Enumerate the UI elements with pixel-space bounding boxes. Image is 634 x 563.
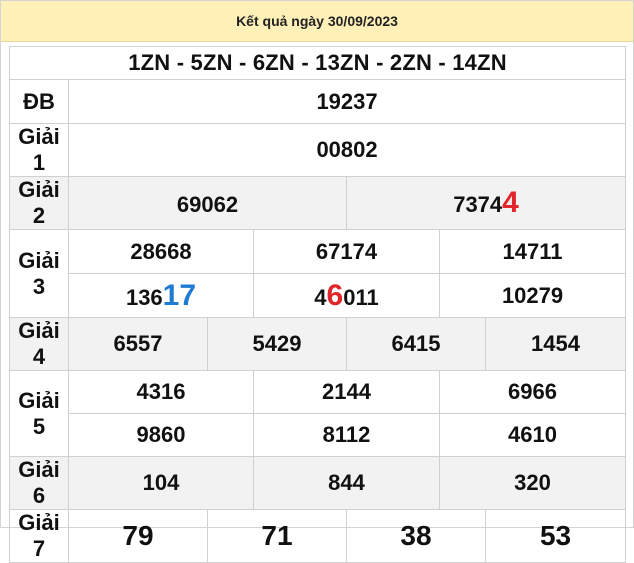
prize-label-g2: Giải 2	[9, 176, 69, 230]
number-main: 4	[314, 284, 327, 310]
number-highlight: 6	[326, 278, 344, 312]
prize-2-number: 69062	[68, 176, 347, 230]
prize-6-number: 104	[68, 456, 254, 510]
prize-7-number: 53	[484, 509, 627, 563]
prize-3-number: 14711	[438, 229, 627, 274]
prize-5-number: 4610	[438, 413, 627, 457]
prize-4-number: 5429	[207, 317, 347, 371]
prize-3-number: 13617	[68, 273, 254, 318]
prize-label-db: ĐB	[9, 79, 69, 124]
prize-6-number: 320	[438, 456, 627, 510]
prize-3-number: 46011	[253, 273, 440, 318]
results-title: Kết quả ngày 30/09/2023	[1, 1, 633, 42]
number-main: 10279	[501, 282, 564, 308]
number-main: 011	[343, 284, 379, 310]
number-main: 28668	[130, 238, 192, 264]
special-prize-number: 19237	[67, 79, 627, 124]
prize-5-number: 8112	[253, 413, 440, 457]
prize-6-number: 844	[253, 456, 440, 510]
results-panel: Kết quả ngày 30/09/2023 1ZN - 5ZN - 6ZN …	[0, 0, 634, 563]
prize-7-number: 71	[207, 509, 347, 563]
number-main: 14711	[502, 238, 563, 264]
prize-label-g5: Giải 5	[9, 370, 69, 457]
number-main: 67174	[315, 238, 378, 264]
prize-5-number: 2144	[253, 370, 440, 414]
prize-3-number: 28668	[68, 229, 254, 274]
prize-3-number: 67174	[253, 229, 440, 274]
prize-4-number: 1454	[484, 317, 627, 371]
prize-4-number: 6557	[68, 317, 208, 371]
prize-4-number: 6415	[346, 317, 486, 371]
number-main: 7374	[453, 192, 503, 217]
prize-5-number: 9860	[68, 413, 254, 457]
province-codes: 1ZN - 5ZN - 6ZN - 13ZN - 2ZN - 14ZN	[8, 46, 627, 80]
number-main: 136	[125, 284, 163, 310]
prize-5-number: 6966	[438, 370, 627, 414]
prize-5-number: 4316	[68, 370, 254, 414]
prize-1-number: 00802	[67, 123, 627, 177]
prize-2-number: 73744	[345, 176, 627, 230]
prize-label-g1: Giải 1	[9, 123, 69, 177]
results-table: 1ZN - 5ZN - 6ZN - 13ZN - 2ZN - 14ZN ĐB 1…	[8, 46, 627, 563]
prize-3-number: 10279	[438, 273, 627, 318]
prize-7-number: 79	[68, 509, 208, 563]
prize-label-g4: Giải 4	[9, 317, 69, 371]
prize-label-g7: Giải 7	[9, 509, 69, 563]
number-highlight: 17	[162, 278, 197, 312]
prize-label-g3: Giải 3	[9, 229, 69, 318]
number-main: 69062	[176, 192, 239, 217]
number-highlight: 4	[502, 186, 519, 219]
prize-7-number: 38	[346, 509, 486, 563]
prize-label-g6: Giải 6	[9, 456, 69, 510]
